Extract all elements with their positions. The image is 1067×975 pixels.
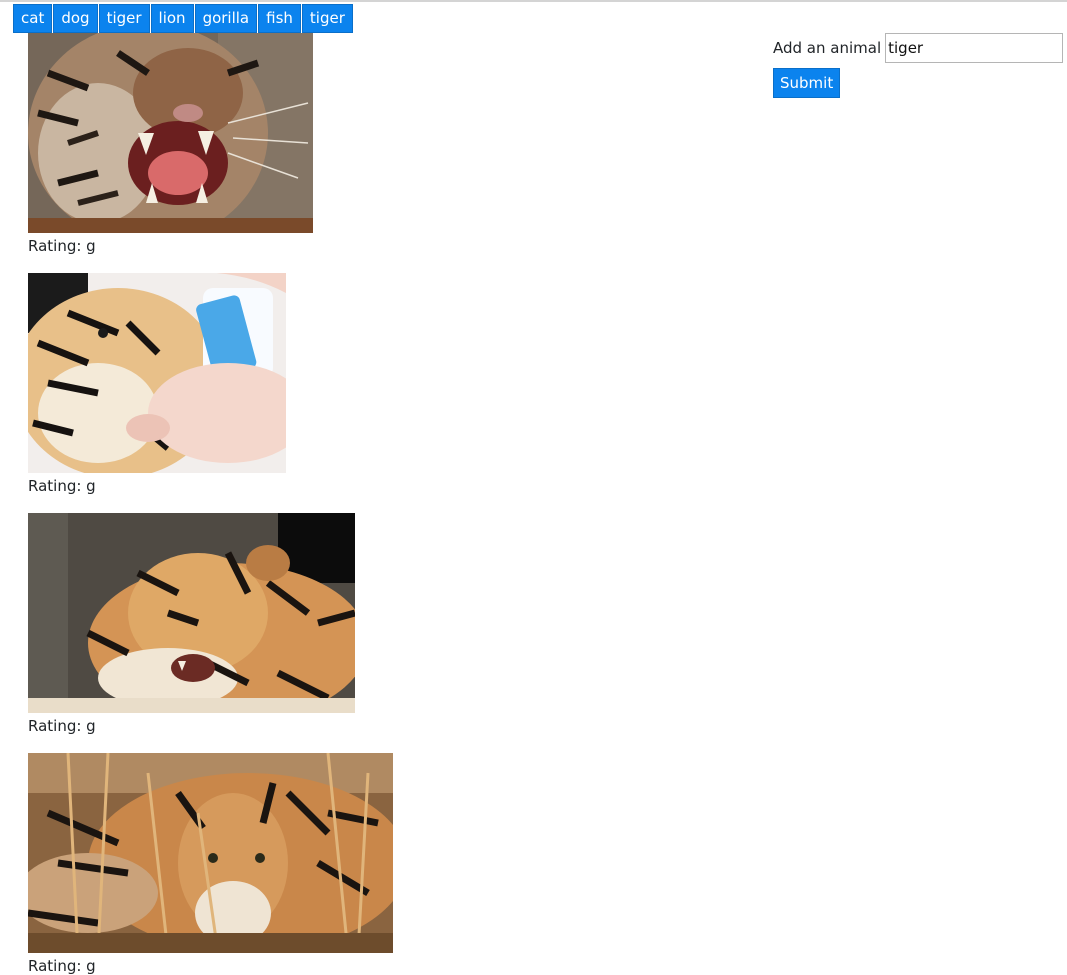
animal-button-fish[interactable]: fish: [258, 4, 301, 33]
gif-item: Rating: g: [28, 513, 355, 735]
add-animal-form: Add an animal Submit: [773, 33, 1064, 98]
animal-button-dog[interactable]: dog: [53, 4, 98, 33]
gif-image[interactable]: [28, 513, 355, 713]
gif-item: Rating: g: [28, 273, 286, 495]
gif-rating: Rating: g: [28, 717, 96, 735]
gif-item: Rating: g: [28, 753, 393, 975]
gif-image[interactable]: [28, 753, 393, 953]
animal-button-tiger-2[interactable]: tiger: [301, 4, 353, 33]
animal-button-bar: cat dog tiger lion gorilla fish tiger: [13, 4, 354, 33]
animal-button-cat[interactable]: cat: [13, 4, 53, 33]
animal-button-gorilla[interactable]: gorilla: [194, 4, 258, 33]
gif-rating: Rating: g: [28, 477, 96, 495]
submit-button[interactable]: Submit: [773, 68, 841, 98]
animal-button-lion[interactable]: lion: [150, 4, 194, 33]
top-divider: [0, 0, 1067, 2]
gif-image[interactable]: [28, 33, 313, 233]
add-animal-label: Add an animal: [773, 39, 882, 57]
animal-input[interactable]: [885, 33, 1064, 63]
gif-item: Rating: g: [28, 33, 313, 255]
gif-rating: Rating: g: [28, 957, 96, 975]
animal-button-tiger[interactable]: tiger: [98, 4, 150, 33]
gif-image[interactable]: [28, 273, 286, 473]
gif-rating: Rating: g: [28, 237, 96, 255]
